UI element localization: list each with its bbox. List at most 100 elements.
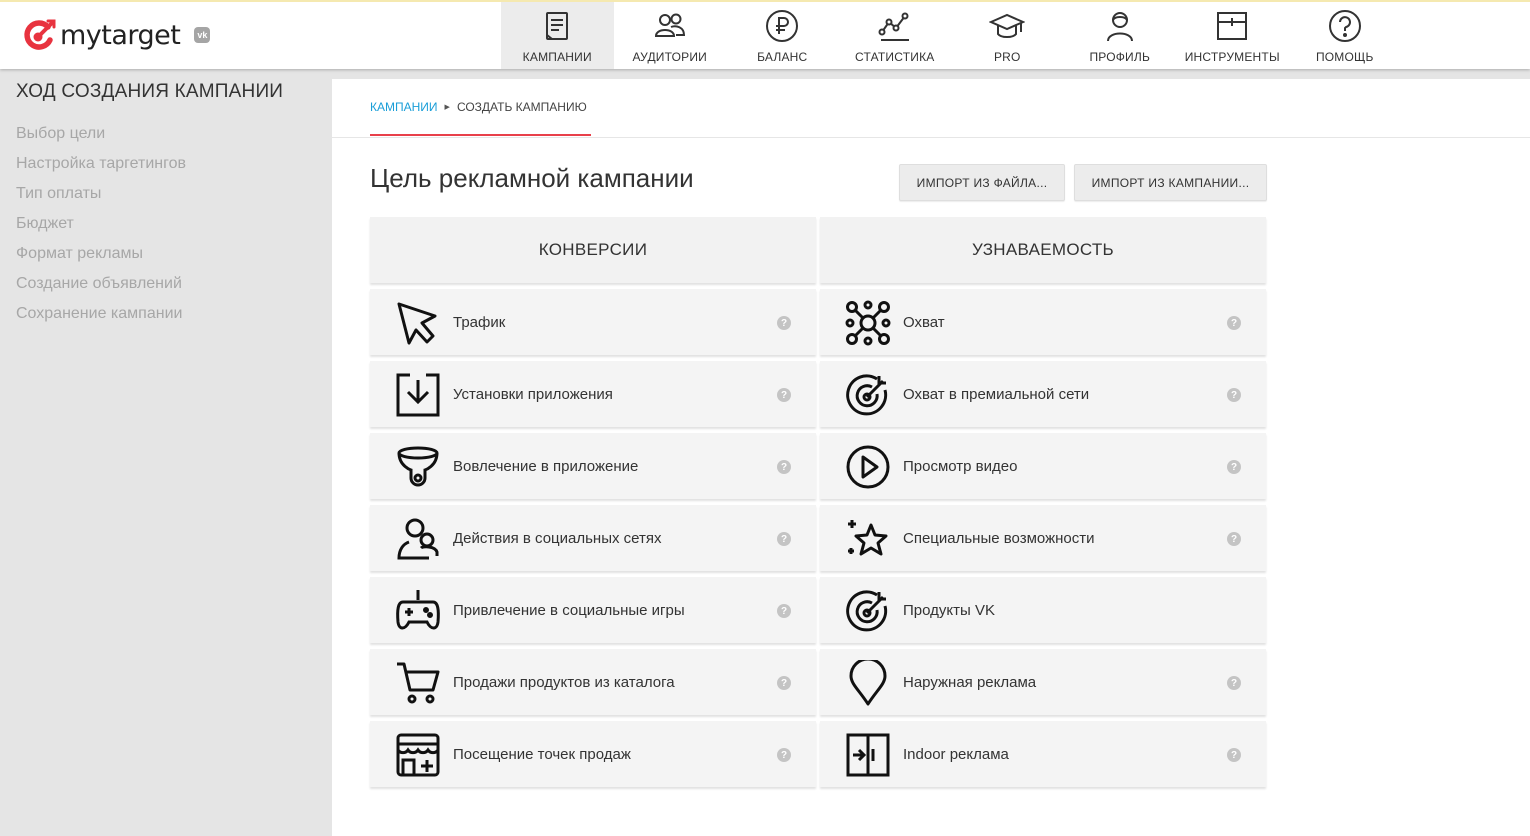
- tools-icon: [1217, 12, 1248, 40]
- goal-video-views[interactable]: Просмотр видео ?: [820, 433, 1266, 499]
- goal-outdoor-ads[interactable]: Наружная реклама ?: [820, 649, 1266, 715]
- goal-social-games[interactable]: Привлечение в социальные игры ?: [370, 577, 816, 643]
- header-divider: [332, 137, 1530, 138]
- goal-vk-products[interactable]: Продукты VK: [820, 577, 1266, 643]
- graduation-cap-icon: [989, 13, 1026, 38]
- breadcrumb-current: СОЗДАТЬ КАМПАНИЮ: [456, 100, 587, 114]
- step-save-campaign[interactable]: Сохранение кампании: [16, 303, 186, 333]
- logo-text: mytarget: [60, 19, 181, 51]
- nav-label: БАЛАНС: [757, 50, 808, 64]
- nav-statistics[interactable]: СТАТИСТИКА: [839, 2, 952, 69]
- step-budget[interactable]: Бюджет: [16, 213, 186, 243]
- campaigns-icon: [546, 12, 569, 40]
- help-icon[interactable]: ?: [777, 388, 791, 402]
- goal-premium-reach[interactable]: Охват в премиальной сети ?: [820, 361, 1266, 427]
- goal-social-actions[interactable]: Действия в социальных сетях ?: [370, 505, 816, 571]
- vk-badge: vk: [194, 27, 211, 43]
- help-icon[interactable]: ?: [1227, 532, 1241, 546]
- help-icon[interactable]: ?: [777, 604, 791, 618]
- goal-label: Действия в социальных сетях: [453, 530, 662, 547]
- awareness-column: УЗНАВАЕМОСТЬ Охват ? Охват в премиальной…: [820, 217, 1266, 787]
- page-title: Цель рекламной кампании: [370, 163, 694, 193]
- nav-tools[interactable]: ИНСТРУМЕНТЫ: [1176, 2, 1289, 69]
- step-ad-format[interactable]: Формат рекламы: [16, 243, 186, 273]
- top-bar: mytarget vk КАМПАНИИ АУДИТОРИИ БАЛАНС СТ…: [0, 0, 1530, 69]
- goal-special-opportunities[interactable]: Специальные возможности ?: [820, 505, 1266, 571]
- nav-audiences[interactable]: АУДИТОРИИ: [614, 2, 727, 69]
- help-icon[interactable]: ?: [777, 316, 791, 330]
- goal-label: Вовлечение в приложение: [453, 458, 639, 475]
- funnel-icon: [397, 446, 439, 487]
- nav-label: ПРОФИЛЬ: [1089, 50, 1151, 64]
- goal-app-engagement[interactable]: Вовлечение в приложение ?: [370, 433, 816, 499]
- help-icon[interactable]: ?: [777, 532, 791, 546]
- social-people-icon: [397, 518, 439, 560]
- goal-label: Охват: [903, 314, 945, 331]
- step-payment-type[interactable]: Тип оплаты: [16, 183, 186, 213]
- nav-label: ИНСТРУМЕНТЫ: [1184, 50, 1280, 64]
- goal-label: Специальные возможности: [903, 530, 1095, 547]
- breadcrumb: КАМПАНИИ ▶ СОЗДАТЬ КАМПАНИЮ: [370, 100, 587, 114]
- goal-label: Продукты VK: [903, 602, 995, 619]
- nav-label: ПОМОЩЬ: [1315, 50, 1374, 64]
- ruble-icon: [766, 10, 799, 42]
- help-icon[interactable]: ?: [1227, 460, 1241, 474]
- audiences-icon: [654, 13, 685, 37]
- goal-reach[interactable]: Охват ?: [820, 289, 1266, 355]
- goal-label: Охват в премиальной сети: [903, 386, 1090, 403]
- goal-label: Трафик: [453, 314, 506, 331]
- help-icon[interactable]: ?: [1227, 676, 1241, 690]
- goal-store-visits[interactable]: Посещение точек продаж ?: [370, 721, 816, 787]
- map-pin-icon: [849, 660, 887, 706]
- nav-balance[interactable]: БАЛАНС: [726, 2, 839, 69]
- conversions-column: КОНВЕРСИИ Трафик ? Установки приложения …: [370, 217, 816, 787]
- nav-campaigns[interactable]: КАМПАНИИ: [501, 2, 614, 69]
- logo[interactable]: mytarget vk: [22, 18, 211, 52]
- help-icon[interactable]: ?: [1227, 388, 1241, 402]
- help-icon[interactable]: ?: [1227, 748, 1241, 762]
- profile-icon: [1106, 12, 1133, 42]
- goal-label: Просмотр видео: [903, 458, 1018, 475]
- column-header: КОНВЕРСИИ: [370, 217, 816, 283]
- import-from-file-button[interactable]: ИМПОРТ ИЗ ФАЙЛА...: [899, 164, 1065, 201]
- breadcrumb-separator-icon: ▶: [444, 104, 450, 111]
- main-content: КАМПАНИИ ▶ СОЗДАТЬ КАМПАНИЮ Цель рекламн…: [332, 79, 1530, 836]
- column-header: УЗНАВАЕМОСТЬ: [820, 217, 1266, 283]
- help-icon[interactable]: ?: [777, 748, 791, 762]
- network-icon: [845, 300, 891, 346]
- goal-app-installs[interactable]: Установки приложения ?: [370, 361, 816, 427]
- step-goal[interactable]: Выбор цели: [16, 123, 186, 153]
- target-icon: [846, 590, 888, 632]
- cursor-icon: [397, 302, 437, 345]
- download-box-icon: [396, 373, 440, 417]
- store-icon: [396, 733, 440, 777]
- goal-traffic[interactable]: Трафик ?: [370, 289, 816, 355]
- breadcrumb-campaigns-link[interactable]: КАМПАНИИ: [370, 100, 438, 114]
- nav-pro[interactable]: PRO: [951, 2, 1064, 69]
- goal-catalog-sales[interactable]: Продажи продуктов из каталога ?: [370, 649, 816, 715]
- step-targeting[interactable]: Настройка таргетингов: [16, 153, 186, 183]
- goal-label: Привлечение в социальные игры: [453, 602, 685, 619]
- statistics-icon: [878, 12, 909, 41]
- goal-label: Продажи продуктов из каталога: [453, 674, 675, 691]
- goal-label: Посещение точек продаж: [453, 746, 631, 763]
- sidebar-title: ХОД СОЗДАНИЯ КАМПАНИИ: [16, 81, 284, 102]
- star-icon: [848, 520, 888, 556]
- help-icon[interactable]: ?: [777, 676, 791, 690]
- goal-indoor-ads[interactable]: Indoor реклама ?: [820, 721, 1266, 787]
- import-from-campaign-button[interactable]: ИМПОРТ ИЗ КАМПАНИИ...: [1074, 164, 1267, 201]
- mytarget-logo-icon: [24, 19, 56, 50]
- breadcrumb-active-underline: [370, 134, 591, 136]
- step-create-ads[interactable]: Создание объявлений: [16, 273, 186, 303]
- help-icon[interactable]: ?: [777, 460, 791, 474]
- nav-label: СТАТИСТИКА: [855, 50, 935, 64]
- nav-label: PRO: [993, 50, 1021, 64]
- help-icon: [1328, 10, 1361, 42]
- door-icon: [846, 733, 890, 777]
- gamepad-icon: [396, 590, 440, 630]
- help-icon[interactable]: ?: [1227, 316, 1241, 330]
- step-list: Выбор цели Настройка таргетингов Тип опл…: [16, 123, 186, 333]
- nav-label: АУДИТОРИИ: [632, 50, 707, 64]
- nav-help[interactable]: ПОМОЩЬ: [1289, 2, 1402, 69]
- nav-profile[interactable]: ПРОФИЛЬ: [1064, 2, 1177, 69]
